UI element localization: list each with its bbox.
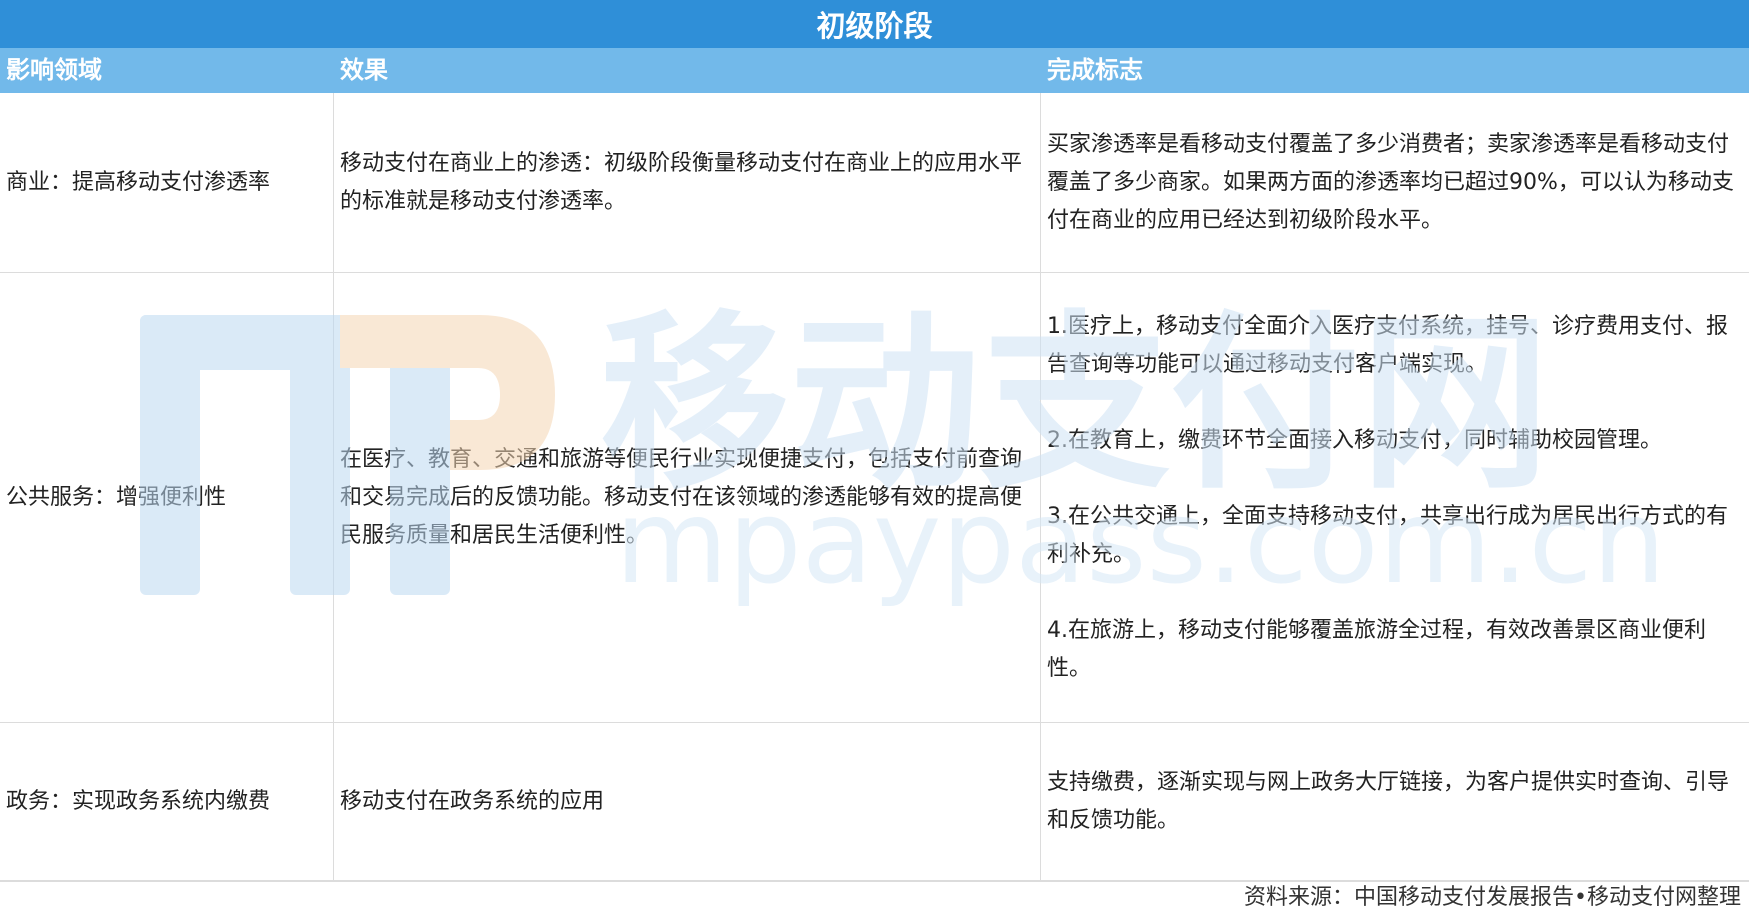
effect-cell: 移动支付在商业上的渗透：初级阶段衡量移动支付在商业上的应用水平的标准就是移动支付…: [334, 93, 1041, 272]
header-effect: 效果: [340, 56, 388, 84]
header-domain: 影响领域: [6, 56, 102, 84]
domain-cell: 商业：提高移动支付渗透率: [0, 93, 334, 272]
table-body: 商业：提高移动支付渗透率 移动支付在商业上的渗透：初级阶段衡量移动支付在商业上的…: [0, 93, 1749, 912]
marks-paragraph: 3.在公共交通上，全面支持移动支付，共享出行成为居民出行方式的有利补充。: [1047, 503, 1728, 567]
marks-paragraph: 买家渗透率是看移动支付覆盖了多少消费者；卖家渗透率是看移动支付覆盖了多少商家。如…: [1047, 131, 1734, 233]
table-row: 公共服务：增强便利性 在医疗、教育、交通和旅游等便民行业实现便捷支付，包括支付前…: [0, 273, 1749, 723]
header-marks: 完成标志: [1047, 56, 1143, 84]
effect-cell: 移动支付在政务系统的应用: [334, 723, 1041, 880]
table-title: 初级阶段: [0, 0, 1749, 49]
domain-cell: 公共服务：增强便利性: [0, 273, 334, 722]
source-note: 资料来源：中国移动支付发展报告•移动支付网整理: [0, 881, 1749, 912]
marks-cell: 买家渗透率是看移动支付覆盖了多少消费者；卖家渗透率是看移动支付覆盖了多少商家。如…: [1041, 93, 1749, 272]
marks-paragraph: 1.医疗上，移动支付全面介入医疗支付系统，挂号、诊疗费用支付、报告查询等功能可以…: [1047, 313, 1728, 377]
table-row: 商业：提高移动支付渗透率 移动支付在商业上的渗透：初级阶段衡量移动支付在商业上的…: [0, 93, 1749, 273]
marks-paragraph: 4.在旅游上，移动支付能够覆盖旅游全过程，有效改善景区商业便利性。: [1047, 617, 1706, 681]
marks-paragraph: 2.在教育上，缴费环节全面接入移动支付，同时辅助校园管理。: [1047, 427, 1662, 453]
marks-cell: 1.医疗上，移动支付全面介入医疗支付系统，挂号、诊疗费用支付、报告查询等功能可以…: [1041, 273, 1749, 722]
marks-paragraph: 支持缴费，逐渐实现与网上政务大厅链接，为客户提供实时查询、引导和反馈功能。: [1047, 769, 1730, 833]
table-row: 政务：实现政务系统内缴费 移动支付在政务系统的应用 支持缴费，逐渐实现与网上政务…: [0, 723, 1749, 881]
effect-cell: 在医疗、教育、交通和旅游等便民行业实现便捷支付，包括支付前查询和交易完成后的反馈…: [334, 273, 1041, 722]
header-row: 影响领域 效果 完成标志: [0, 48, 1749, 93]
domain-cell: 政务：实现政务系统内缴费: [0, 723, 334, 880]
marks-cell: 支持缴费，逐渐实现与网上政务大厅链接，为客户提供实时查询、引导和反馈功能。: [1041, 723, 1749, 880]
